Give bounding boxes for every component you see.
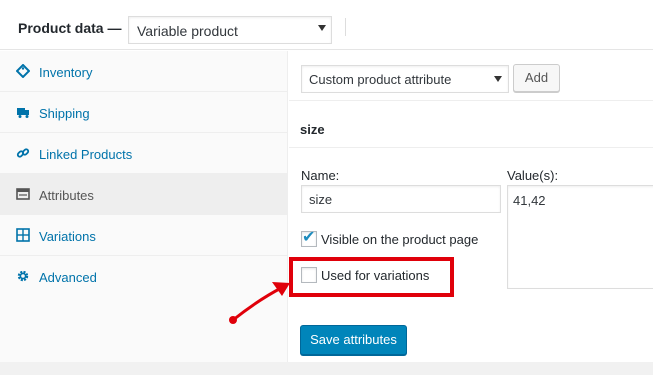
arrow-annotation — [229, 282, 290, 324]
arrow-head-icon — [272, 282, 290, 296]
arrow-line — [232, 285, 284, 322]
